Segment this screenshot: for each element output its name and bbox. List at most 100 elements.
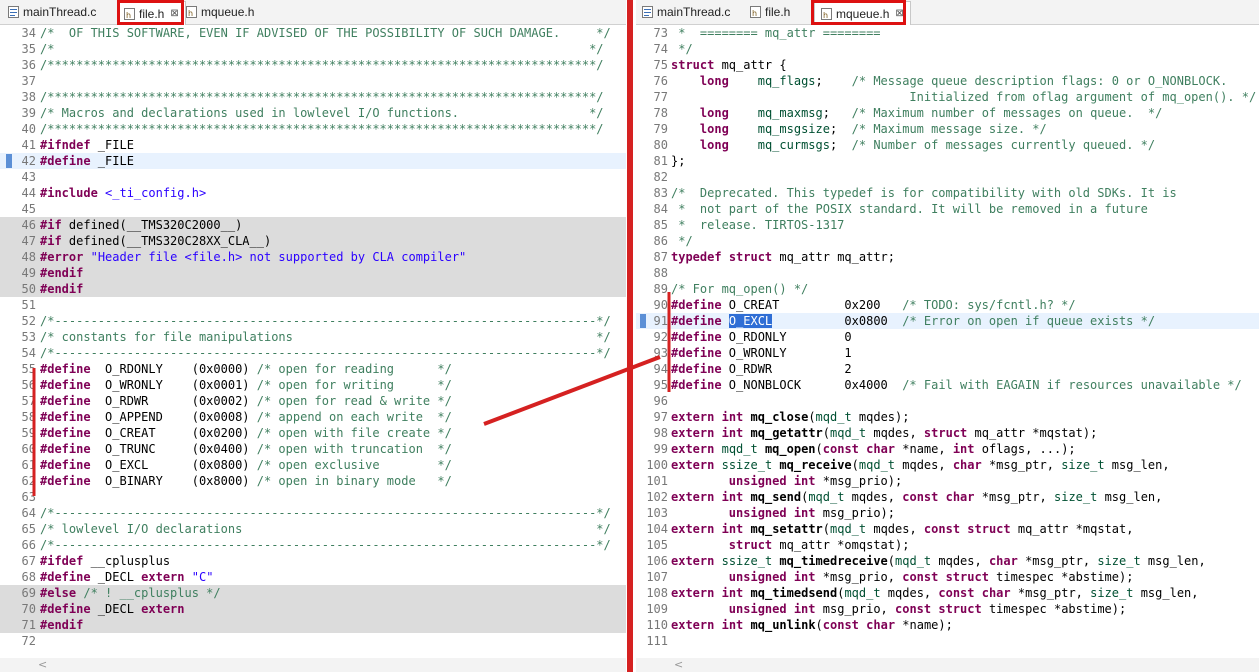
left-tab-mqueue-h[interactable]: h mqueue.h xyxy=(186,1,254,23)
left-horizontal-scrollbar[interactable]: < xyxy=(0,658,626,672)
code-line[interactable]: 68 #define _DECL extern "C" xyxy=(0,569,626,585)
line-number: 35 xyxy=(21,42,36,56)
code-line[interactable]: 53 /* constants for file manipulations */ xyxy=(0,329,626,345)
code-line[interactable]: 99 extern mqd_t mq_open(const char *name,… xyxy=(636,441,1259,457)
code-line[interactable]: 36 /*************************************… xyxy=(0,57,626,73)
code-line[interactable]: 100 extern ssize_t mq_receive(mqd_t mqdes… xyxy=(636,457,1259,473)
code-line[interactable]: 42 #define _FILE xyxy=(0,153,626,169)
code-line[interactable]: 64 /*------------------------------------… xyxy=(0,505,626,521)
code-line[interactable]: 73 * ======== mq_attr ======== xyxy=(636,25,1259,41)
line-number: 58 xyxy=(21,410,36,424)
code-line[interactable]: 46 #if defined(__TMS320C2000__) xyxy=(0,217,626,233)
code-line[interactable]: 92 #define O_RDONLY 0 xyxy=(636,329,1259,345)
code-line[interactable]: 60 #define O_TRUNC (0x0400) /* open with … xyxy=(0,441,626,457)
code-line[interactable]: 91 #define O_EXCL 0x0800 /* Error on open… xyxy=(636,313,1259,329)
code-line[interactable]: 103 unsigned int msg_prio); xyxy=(636,505,1259,521)
code-line[interactable]: 89/* For mq_open() */ xyxy=(636,281,1259,297)
code-line[interactable]: 66 /*------------------------------------… xyxy=(0,537,626,553)
code-line[interactable]: 96 xyxy=(636,393,1259,409)
code-line[interactable]: 83/* Deprecated. This typedef is for com… xyxy=(636,185,1259,201)
code-line[interactable]: 39 /* Macros and declarations used in low… xyxy=(0,105,626,121)
code-line[interactable]: 101 unsigned int *msg_prio); xyxy=(636,473,1259,489)
right-code-editor[interactable]: 73 * ======== mq_attr ======== 74 */75 str… xyxy=(636,25,1259,658)
right-tab-mqueue-h[interactable]: h mqueue.h ⊠ xyxy=(814,1,911,25)
code-line[interactable]: 41 #ifndef _FILE xyxy=(0,137,626,153)
code-line[interactable]: 107 unsigned int *msg_prio, const struct… xyxy=(636,569,1259,585)
left-tab-mainthread-c[interactable]: mainThread.c xyxy=(8,1,96,23)
code-line[interactable]: 71 #endif xyxy=(0,617,626,633)
close-icon[interactable]: ⊠ xyxy=(895,8,903,19)
code-line[interactable]: 77 Initialized from oflag argument of mq… xyxy=(636,89,1259,105)
code-line[interactable]: 55 #define O_RDONLY (0x0000) /* open for … xyxy=(0,361,626,377)
code-line[interactable]: 47 #if defined(__TMS320C28XX_CLA__) xyxy=(0,233,626,249)
code-line[interactable]: 88 xyxy=(636,265,1259,281)
code-line[interactable]: 52 /*------------------------------------… xyxy=(0,313,626,329)
code-line[interactable]: 59 #define O_CREAT (0x0200) /* open with … xyxy=(0,425,626,441)
right-horizontal-scrollbar[interactable]: < xyxy=(636,658,1259,672)
line-number: 51 xyxy=(21,298,36,312)
code-line[interactable]: 79 long mq_msgsize; /* Maximum message s… xyxy=(636,121,1259,137)
code-line[interactable]: 61 #define O_EXCL (0x0800) /* open exclus… xyxy=(0,457,626,473)
annotation-divider-bar xyxy=(627,0,633,672)
code-line[interactable]: 34 /* OF THIS SOFTWARE, EVEN IF ADVISED O… xyxy=(0,25,626,41)
right-tab-mainthread-c[interactable]: mainThread.c xyxy=(642,1,730,23)
code-line[interactable]: 51 xyxy=(0,297,626,313)
code-line[interactable]: 81}; xyxy=(636,153,1259,169)
scroll-left-arrow-icon[interactable]: < xyxy=(674,658,683,671)
code-line[interactable]: 45 xyxy=(0,201,626,217)
code-line[interactable]: 78 long mq_maxmsg; /* Maximum number of … xyxy=(636,105,1259,121)
code-line[interactable]: 87 typedef struct mq_attr mq_attr; xyxy=(636,249,1259,265)
scroll-left-arrow-icon[interactable]: < xyxy=(38,658,47,671)
code-line[interactable]: 54 /*------------------------------------… xyxy=(0,345,626,361)
code-text: extern ssize_t mq_timedreceive(mqd_t mqd… xyxy=(671,554,1206,568)
code-line[interactable]: 97 extern int mq_close(mqd_t mqdes); xyxy=(636,409,1259,425)
code-line[interactable]: 37 xyxy=(0,73,626,89)
code-line[interactable]: 65 /* lowlevel I/O declarations */ xyxy=(0,521,626,537)
code-line[interactable]: 75 struct mq_attr { xyxy=(636,57,1259,73)
code-line[interactable]: 74 */ xyxy=(636,41,1259,57)
code-line[interactable]: 106 extern ssize_t mq_timedreceive(mqd_t … xyxy=(636,553,1259,569)
code-line[interactable]: 86 */ xyxy=(636,233,1259,249)
code-line[interactable]: 84 * not part of the POSIX standard. It … xyxy=(636,201,1259,217)
code-line[interactable]: 58 #define O_APPEND (0x0008) /* append on… xyxy=(0,409,626,425)
code-line[interactable]: 108 extern int mq_timedsend(mqd_t mqdes, … xyxy=(636,585,1259,601)
code-line[interactable]: 63 xyxy=(0,489,626,505)
close-icon[interactable]: ⊠ xyxy=(170,8,178,19)
code-line[interactable]: 69 #else /* ! __cplusplus */ xyxy=(0,585,626,601)
code-line[interactable]: 56 #define O_WRONLY (0x0001) /* open for … xyxy=(0,377,626,393)
code-line[interactable]: 90 #define O_CREAT 0x200 /* TODO: sys/fcn… xyxy=(636,297,1259,313)
line-number: 36 xyxy=(21,58,36,72)
code-line[interactable]: 80 long mq_curmsgs; /* Number of message… xyxy=(636,137,1259,153)
code-line[interactable]: 111 xyxy=(636,633,1259,649)
code-line[interactable]: 105 struct mq_attr *omqstat); xyxy=(636,537,1259,553)
code-line[interactable]: 104 extern int mq_setattr(mqd_t mqdes, co… xyxy=(636,521,1259,537)
code-line[interactable]: 44 #include <_ti_config.h> xyxy=(0,185,626,201)
code-line[interactable]: 93 #define O_WRONLY 1 xyxy=(636,345,1259,361)
code-line[interactable]: 50 #endif xyxy=(0,281,626,297)
code-line[interactable]: 102 extern int mq_send(mqd_t mqdes, const… xyxy=(636,489,1259,505)
left-code-editor[interactable]: 34 /* OF THIS SOFTWARE, EVEN IF ADVISED O… xyxy=(0,25,626,658)
code-line[interactable]: 40 /*************************************… xyxy=(0,121,626,137)
code-line[interactable]: 109 unsigned int msg_prio, const struct … xyxy=(636,601,1259,617)
code-line[interactable]: 76 long mq_flags; /* Message queue descr… xyxy=(636,73,1259,89)
code-line[interactable]: 72 xyxy=(0,633,626,649)
code-line[interactable]: 82 xyxy=(636,169,1259,185)
code-line[interactable]: 110 extern int mq_unlink(const char *name… xyxy=(636,617,1259,633)
code-line[interactable]: 67 #ifdef __cplusplus xyxy=(0,553,626,569)
code-line[interactable]: 38 /*************************************… xyxy=(0,89,626,105)
code-line[interactable]: 95 #define O_NONBLOCK 0x4000 /* Fail with… xyxy=(636,377,1259,393)
left-tab-file-h-label: file.h xyxy=(139,6,165,21)
code-line[interactable]: 62 #define O_BINARY (0x8000) /* open in b… xyxy=(0,473,626,489)
code-line[interactable]: 43 xyxy=(0,169,626,185)
code-line[interactable]: 98 extern int mq_getattr(mqd_t mqdes, str… xyxy=(636,425,1259,441)
code-line[interactable]: 57 #define O_RDWR (0x0002) /* open for re… xyxy=(0,393,626,409)
line-number: 74 xyxy=(653,42,668,56)
right-tab-file-h[interactable]: h file.h xyxy=(750,1,790,23)
code-line[interactable]: 85 * release. TIRTOS-1317 xyxy=(636,217,1259,233)
code-line[interactable]: 35 /* */ xyxy=(0,41,626,57)
code-line[interactable]: 94 #define O_RDWR 2 xyxy=(636,361,1259,377)
code-line[interactable]: 49 #endif xyxy=(0,265,626,281)
left-tab-file-h[interactable]: h file.h ⊠ xyxy=(117,1,186,25)
code-line[interactable]: 70 #define _DECL extern xyxy=(0,601,626,617)
code-line[interactable]: 48 #error "Header file <file.h> not suppo… xyxy=(0,249,626,265)
